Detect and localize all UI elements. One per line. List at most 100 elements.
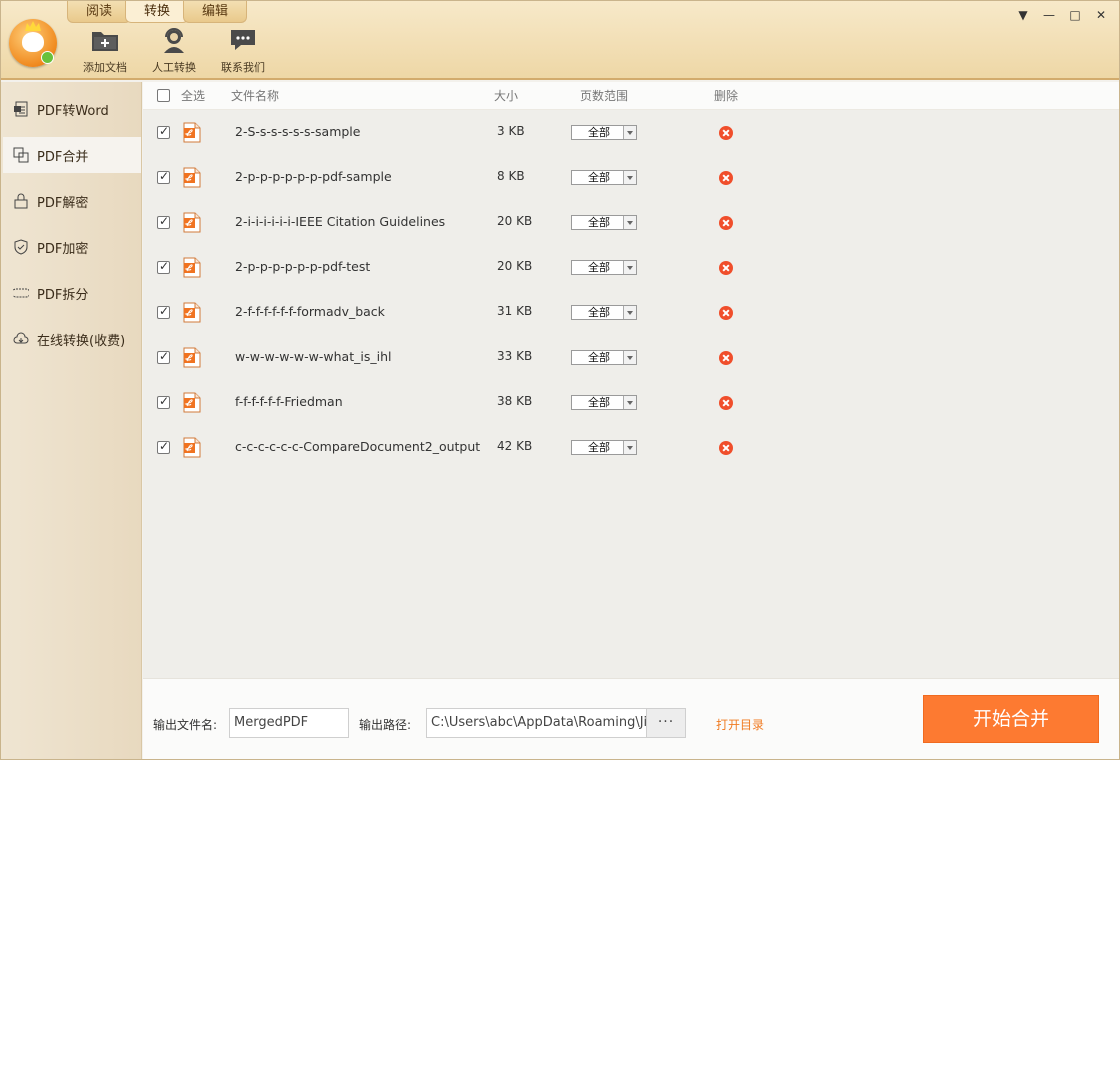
top-bar: 阅读 转换 编辑 添加文档 人工转换 联系我们 ▼ — □ ✕	[1, 1, 1119, 80]
app-logo-icon	[9, 19, 57, 67]
chevron-down-icon[interactable]	[623, 261, 636, 274]
merge-icon	[13, 147, 29, 163]
row-checkbox[interactable]	[157, 349, 170, 364]
chevron-down-icon[interactable]	[623, 306, 636, 319]
table-row[interactable]: 2-i-i-i-i-i-i-IEEE Citation Guidelines 20…	[143, 200, 1119, 245]
output-name-label: 输出文件名:	[153, 718, 218, 732]
chevron-down-icon[interactable]	[623, 441, 636, 454]
chevron-down-icon[interactable]	[623, 216, 636, 229]
file-name: c-c-c-c-c-c-CompareDocument2_output	[235, 439, 481, 454]
header-size: 大小	[494, 89, 519, 103]
row-checkbox[interactable]	[157, 169, 170, 184]
manual-convert-button[interactable]: 人工转换	[139, 27, 209, 75]
delete-icon[interactable]	[719, 171, 733, 185]
table-row[interactable]: 2-f-f-f-f-f-f-formadv_back 31 KB 全部	[143, 290, 1119, 335]
chevron-down-icon[interactable]	[623, 171, 636, 184]
chevron-down-icon[interactable]	[623, 351, 636, 364]
delete-icon[interactable]	[719, 216, 733, 230]
tab-edit[interactable]: 编辑	[183, 1, 248, 23]
delete-icon[interactable]	[719, 396, 733, 410]
row-checkbox[interactable]	[157, 124, 170, 139]
row-checkbox[interactable]	[157, 304, 170, 319]
sidebar-item-pdf-encrypt[interactable]: PDF加密	[3, 229, 141, 265]
page-range-select[interactable]: 全部	[571, 440, 637, 455]
table-row[interactable]: 2-p-p-p-p-p-p-pdf-sample 8 KB 全部	[143, 155, 1119, 200]
table-row[interactable]: f-f-f-f-f-f-Friedman 38 KB 全部	[143, 380, 1119, 425]
cloud-icon	[13, 332, 29, 344]
page-range-value: 全部	[588, 261, 610, 274]
file-name: 2-p-p-p-p-p-p-pdf-test	[235, 259, 371, 274]
page-range-select[interactable]: 全部	[571, 260, 637, 275]
sidebar-item-label: PDF解密	[37, 195, 89, 211]
contact-us-button[interactable]: 联系我们	[208, 27, 278, 75]
verified-badge-icon	[41, 51, 54, 64]
table-row[interactable]: c-c-c-c-c-c-CompareDocument2_output 42 KB…	[143, 425, 1119, 470]
table-row[interactable]: 2-S-s-s-s-s-s-sample 3 KB 全部	[143, 110, 1119, 155]
page-range-select[interactable]: 全部	[571, 125, 637, 140]
file-name: 2-p-p-p-p-p-p-pdf-sample	[235, 169, 392, 184]
file-size: 33 KB	[497, 349, 533, 363]
close-icon[interactable]: ✕	[1091, 7, 1111, 23]
unlock-icon	[14, 193, 28, 209]
pdf-file-icon	[183, 212, 201, 233]
sidebar-item-label: PDF拆分	[37, 287, 89, 303]
table-header: 全选 文件名称 大小 页数范围 删除	[143, 82, 1119, 110]
page-range-select[interactable]: 全部	[571, 350, 637, 365]
page-range-select[interactable]: 全部	[571, 170, 637, 185]
delete-icon[interactable]	[719, 306, 733, 320]
tab-read[interactable]: 阅读	[67, 1, 132, 23]
select-all-label[interactable]: 全选	[181, 82, 205, 110]
tab-convert[interactable]: 转换	[125, 1, 190, 23]
file-size: 42 KB	[497, 439, 533, 453]
output-panel: 输出文件名: MergedPDF 输出路径: C:\Users\abc\AppD…	[143, 678, 1119, 759]
file-size: 20 KB	[497, 259, 533, 273]
delete-icon[interactable]	[719, 126, 733, 140]
start-merge-button[interactable]: 开始合并	[923, 695, 1099, 743]
pdf-file-icon	[183, 437, 201, 458]
row-checkbox[interactable]	[157, 259, 170, 274]
pdf-file-icon	[183, 257, 201, 278]
sidebar-item-pdf-to-word[interactable]: PDF转Word	[3, 91, 141, 127]
select-all-checkbox[interactable]	[157, 89, 170, 102]
open-directory-link[interactable]: 打开目录	[716, 716, 764, 733]
page-range-select[interactable]: 全部	[571, 395, 637, 410]
sidebar-item-pdf-decrypt[interactable]: PDF解密	[3, 183, 141, 219]
row-checkbox[interactable]	[157, 214, 170, 229]
chevron-down-icon[interactable]	[623, 126, 636, 139]
ribbon-tabs: 阅读 转换 编辑	[67, 1, 248, 23]
row-checkbox[interactable]	[157, 394, 170, 409]
delete-icon[interactable]	[719, 441, 733, 455]
menu-dropdown-icon[interactable]: ▼	[1013, 7, 1033, 23]
page-range-value: 全部	[588, 441, 610, 454]
table-row[interactable]: 2-p-p-p-p-p-p-pdf-test 20 KB 全部	[143, 245, 1119, 290]
pdf-file-icon	[183, 167, 201, 188]
file-name: 2-S-s-s-s-s-s-sample	[235, 124, 361, 139]
sidebar-item-pdf-split[interactable]: PDF拆分	[3, 275, 141, 311]
page-range-value: 全部	[588, 126, 610, 139]
pdf-file-icon	[183, 392, 201, 413]
add-document-button[interactable]: 添加文档	[70, 27, 140, 75]
sidebar-item-label: PDF加密	[37, 241, 89, 257]
output-path-input[interactable]: C:\Users\abc\AppData\Roaming\Jis	[426, 708, 647, 738]
page-range-value: 全部	[588, 396, 610, 409]
row-checkbox[interactable]	[157, 439, 170, 454]
file-name: f-f-f-f-f-f-Friedman	[235, 394, 343, 409]
table-row[interactable]: w-w-w-w-w-w-what_is_ihl 33 KB 全部	[143, 335, 1119, 380]
delete-icon[interactable]	[719, 261, 733, 275]
chevron-down-icon[interactable]	[623, 396, 636, 409]
page-range-select[interactable]: 全部	[571, 215, 637, 230]
page-range-select[interactable]: 全部	[571, 305, 637, 320]
pdf-file-icon	[183, 122, 201, 143]
file-list-area: 全选 文件名称 大小 页数范围 删除 2-S-s-s-s-s-s-sample 3…	[143, 82, 1119, 678]
split-icon	[13, 288, 29, 298]
file-size: 8 KB	[497, 169, 525, 183]
minimize-icon[interactable]: —	[1039, 7, 1059, 23]
page-range-value: 全部	[588, 216, 610, 229]
chat-bubble-icon	[231, 30, 255, 50]
browse-button[interactable]: ···	[646, 708, 686, 738]
maximize-icon[interactable]: □	[1065, 7, 1085, 23]
output-name-input[interactable]: MergedPDF	[229, 708, 349, 738]
sidebar-item-online-convert[interactable]: 在线转换(收费)	[3, 321, 141, 357]
sidebar-item-pdf-merge[interactable]: PDF合并	[3, 137, 141, 173]
delete-icon[interactable]	[719, 351, 733, 365]
